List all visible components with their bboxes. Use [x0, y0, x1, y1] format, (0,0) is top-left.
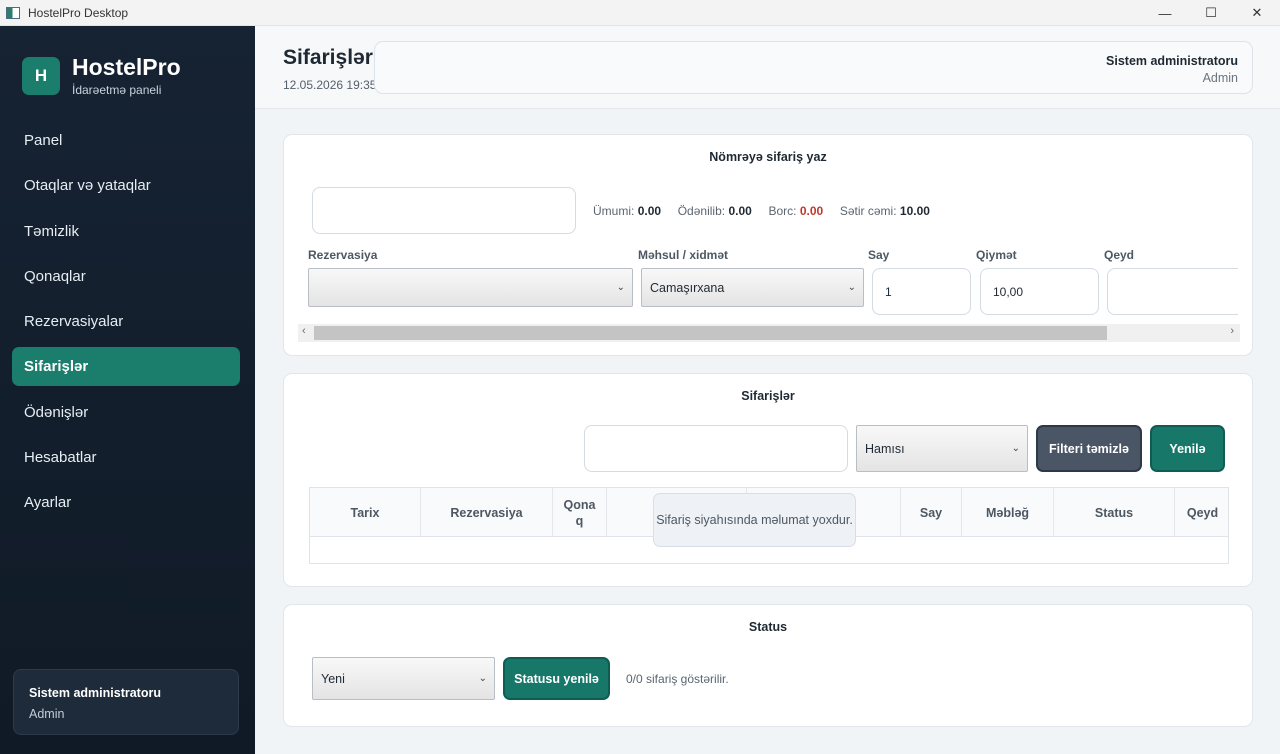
- column-amount[interactable]: Məbləğ: [962, 488, 1054, 537]
- sidebar-item-reservations[interactable]: Rezervasiyalar: [12, 302, 240, 341]
- product-label: Məhsul / xidmət: [638, 248, 729, 262]
- total-value: 0.00: [637, 204, 662, 218]
- sidebar-user-name: Sistem administratoru: [29, 686, 161, 700]
- window-titlebar: HostelPro Desktop — ☐ ✕: [0, 0, 1280, 26]
- reservation-select[interactable]: ⌄: [308, 268, 633, 307]
- sidebar-item-reports[interactable]: Hesabatlar: [12, 438, 240, 477]
- debt-value: 0.00: [799, 204, 824, 218]
- sidebar-item-settings[interactable]: Ayarlar: [12, 483, 240, 522]
- scrollbar-thumb[interactable]: [314, 326, 1107, 340]
- header-user-name: Sistem administratoru: [1106, 54, 1238, 68]
- quantity-input[interactable]: 1: [872, 268, 971, 315]
- column-guest[interactable]: Qona q: [553, 488, 607, 537]
- orders-filter-value: Hamısı: [865, 441, 905, 456]
- sidebar-item-cleaning[interactable]: Təmizlik: [12, 212, 240, 251]
- chevron-down-icon: ⌄: [616, 281, 625, 293]
- product-select[interactable]: Camaşırxana ⌄: [641, 268, 864, 307]
- sidebar-item-panel[interactable]: Panel: [12, 121, 240, 160]
- orders-title: Sifarişlər: [741, 389, 795, 403]
- order-form-card: Nömrəyə sifariş yaz Ümumi: 0.00 Ödənilib…: [283, 134, 1253, 356]
- app-icon: [6, 6, 20, 19]
- reservation-label: Rezervasiya: [308, 248, 378, 262]
- sidebar-item-rooms[interactable]: Otaqlar və yataqlar: [12, 166, 240, 205]
- chevron-down-icon: ⌄: [1011, 442, 1020, 454]
- horizontal-scrollbar[interactable]: ‹ ›: [298, 324, 1240, 342]
- page-header: Sifarişlər 12.05.2026 19:35 Sistem admin…: [255, 26, 1280, 109]
- header-user-role: Admin: [1202, 71, 1238, 85]
- column-note[interactable]: Qeyd: [1175, 488, 1230, 537]
- line-total-label: Sətir cəmi:: [839, 204, 897, 218]
- note-input[interactable]: [1107, 268, 1238, 315]
- price-label: Qiymət: [976, 248, 1017, 262]
- window-controls: — ☐ ✕: [1142, 0, 1280, 26]
- brand-name: HostelPro: [72, 54, 181, 80]
- sidebar-nav: Panel Otaqlar və yataqlar Təmizlik Qonaq…: [12, 121, 240, 529]
- orders-count-text: 0/0 sifariş göstərilir.: [626, 672, 729, 686]
- paid-label: Ödənilib:: [677, 204, 726, 218]
- page-datetime: 12.05.2026 19:35: [283, 78, 377, 92]
- sidebar-user-card: Sistem administratoru Admin: [13, 669, 239, 735]
- order-form-title: Nömrəyə sifariş yaz: [709, 150, 827, 164]
- minimize-icon[interactable]: —: [1142, 0, 1188, 26]
- debt-label: Borc:: [768, 204, 797, 218]
- status-select[interactable]: Yeni ⌄: [312, 657, 495, 700]
- header-user-box: Sistem administratoru Admin: [374, 41, 1253, 94]
- close-icon[interactable]: ✕: [1234, 0, 1280, 26]
- empty-list-message: Sifariş siyahısında məlumat yoxdur.: [653, 493, 856, 547]
- chevron-down-icon: ⌄: [478, 672, 487, 684]
- order-search-input[interactable]: [312, 187, 576, 234]
- scroll-right-icon[interactable]: ›: [1230, 325, 1234, 337]
- scroll-left-icon[interactable]: ‹: [302, 325, 306, 337]
- product-select-value: Camaşırxana: [650, 280, 725, 295]
- sidebar-item-payments[interactable]: Ödənişlər: [12, 393, 240, 432]
- sidebar-item-orders[interactable]: Sifarişlər: [12, 347, 240, 387]
- sidebar-item-guests[interactable]: Qonaqlar: [12, 257, 240, 296]
- sidebar-user-role: Admin: [29, 707, 65, 721]
- column-status[interactable]: Status: [1054, 488, 1175, 537]
- refresh-button[interactable]: Yenilə: [1150, 425, 1225, 472]
- orders-search-input[interactable]: [584, 425, 848, 472]
- order-totals: Ümumi: 0.00 Ödənilib: 0.00 Borc: 0.00 Sə…: [593, 204, 930, 218]
- chevron-down-icon: ⌄: [847, 281, 856, 293]
- paid-value: 0.00: [728, 204, 752, 218]
- clear-filter-button[interactable]: Filteri təmizlə: [1036, 425, 1142, 472]
- total-label: Ümumi:: [593, 204, 635, 218]
- price-input[interactable]: 10,00: [980, 268, 1099, 315]
- status-card: Status Yeni ⌄ Statusu yenilə 0/0 sifariş…: [283, 604, 1253, 727]
- line-total-value: 10.00: [899, 204, 930, 218]
- note-label: Qeyd: [1104, 248, 1135, 262]
- column-quantity[interactable]: Say: [901, 488, 962, 537]
- brand: H HostelPro İdarəetmə paneli: [22, 55, 181, 97]
- brand-logo: H: [22, 57, 60, 95]
- orders-card: Sifarişlər Hamısı ⌄ Filteri təmizlə Yeni…: [283, 373, 1253, 587]
- sidebar: H HostelPro İdarəetmə paneli Panel Otaql…: [0, 26, 255, 754]
- brand-subtitle: İdarəetmə paneli: [72, 83, 162, 97]
- column-date[interactable]: Tarix: [310, 488, 421, 537]
- quantity-label: Say: [868, 248, 890, 262]
- column-reservation[interactable]: Rezervasiya: [421, 488, 553, 537]
- orders-filter-select[interactable]: Hamısı ⌄: [856, 425, 1028, 472]
- status-select-value: Yeni: [321, 671, 345, 686]
- status-title: Status: [748, 620, 788, 634]
- maximize-icon[interactable]: ☐: [1188, 0, 1234, 26]
- page-title: Sifarişlər: [283, 46, 373, 69]
- window-title: HostelPro Desktop: [28, 5, 129, 20]
- update-status-button[interactable]: Statusu yenilə: [503, 657, 610, 700]
